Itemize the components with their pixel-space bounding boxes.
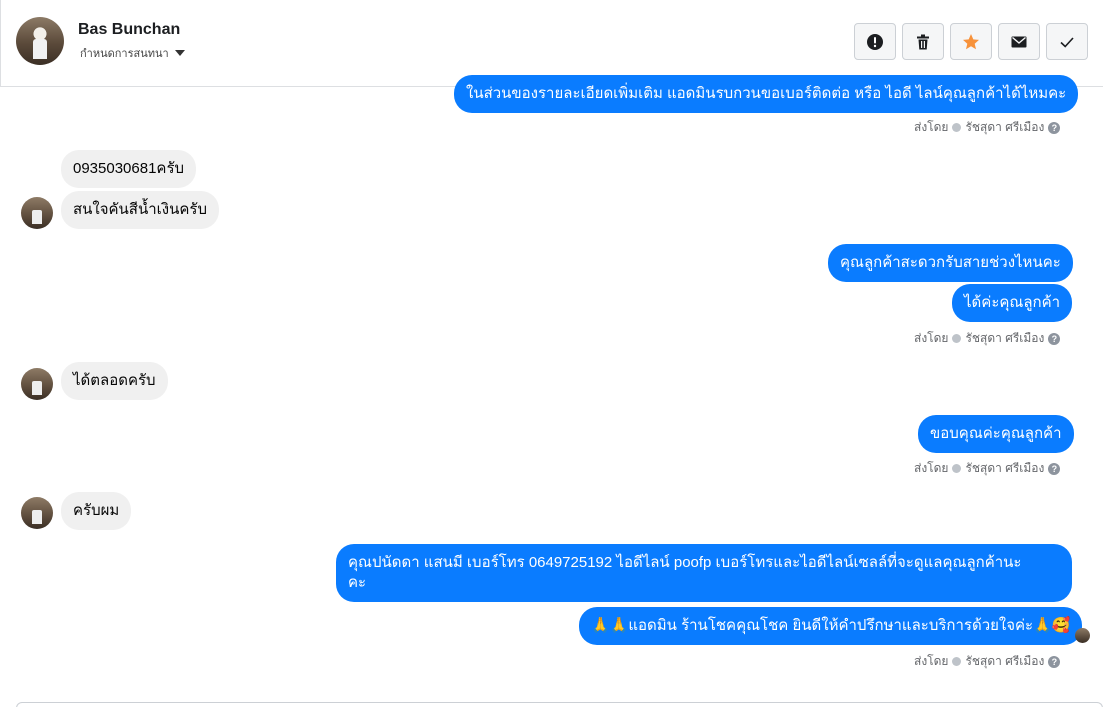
page-icon [952,123,962,132]
help-icon[interactable]: ? [1048,655,1061,668]
sent-by-info: ส่งโดย รัชสุดา ศรีเมือง ? [914,329,1061,348]
message-thread[interactable]: ในส่วนของรายละเอียดเพิ่มเติม แอดมินรบกวน… [0,75,1103,707]
sender-name[interactable]: รัชสุดา ศรีเมือง [965,459,1044,478]
contact-avatar-small [21,197,53,229]
sender-name[interactable]: รัชสุดา ศรีเมือง [965,329,1044,348]
outgoing-message[interactable]: คุณลูกค้าสะดวกรับสายช่วงไหนคะ [828,244,1073,282]
message-line: คุณปนัดดา แสนมี เบอร์โทร 0649725192 ไอดี… [348,554,1022,571]
header-actions [854,23,1088,60]
help-icon[interactable]: ? [1048,121,1061,134]
mark-unread-button[interactable] [998,23,1040,60]
message-line: คะ [348,574,367,591]
sent-by-info: ส่งโดย รัชสุดา ศรีเมือง ? [914,459,1061,478]
sent-by-info: ส่งโดย รัชสุดา ศรีเมือง ? [914,652,1061,671]
mark-spam-button[interactable] [854,23,896,60]
sender-name[interactable]: รัชสุดา ศรีเมือง [965,652,1044,671]
schedule-label: กำหนดการสนทนา [80,48,169,60]
contact-avatar-small [21,368,53,400]
outgoing-message[interactable]: ขอบคุณค่ะคุณลูกค้า [918,415,1074,453]
star-icon [963,33,979,49]
message-composer[interactable] [16,702,1103,707]
incoming-message[interactable]: 0935030681ครับ [61,150,197,188]
caret-down-icon [174,50,185,56]
page-icon [952,464,962,473]
alert-icon [867,33,883,50]
help-icon[interactable]: ? [1048,462,1061,475]
conversation-schedule-dropdown[interactable]: กำหนดการสนทนา [80,44,185,62]
outgoing-message[interactable]: 🙏🙏แอดมิน ร้านโชคคุณโชค ยินดีให้คำปรึกษาแ… [579,607,1083,645]
trash-icon [917,34,929,49]
page-icon [952,334,962,343]
contact-avatar-small [21,497,53,529]
star-button[interactable] [950,23,992,60]
sender-name[interactable]: รัชสุดา ศรีเมือง [965,118,1044,137]
sent-by-prefix: ส่งโดย [914,331,949,345]
contact-avatar[interactable] [16,17,64,65]
outgoing-message[interactable]: คุณปนัดดา แสนมี เบอร์โทร 0649725192 ไอดี… [336,544,1072,602]
incoming-message[interactable]: ได้ตลอดครับ [61,362,168,400]
sent-by-prefix: ส่งโดย [914,654,949,668]
mark-done-button[interactable] [1046,23,1088,60]
check-icon [1060,36,1074,48]
sent-by-prefix: ส่งโดย [914,120,949,134]
conversation-header: Bas Bunchan กำหนดการสนทนา [0,0,1103,87]
mail-icon [1011,36,1027,47]
help-icon[interactable]: ? [1048,332,1061,345]
outgoing-message[interactable]: ได้ค่ะคุณลูกค้า [952,284,1073,322]
incoming-message[interactable]: ครับผม [61,492,132,530]
sent-by-info: ส่งโดย รัชสุดา ศรีเมือง ? [914,118,1061,137]
incoming-message[interactable]: สนใจคันสีน้ำเงินครับ [61,191,219,229]
page-icon [952,657,962,666]
delete-button[interactable] [902,23,944,60]
seen-indicator-avatar [1075,628,1090,643]
contact-name[interactable]: Bas Bunchan [78,21,180,39]
outgoing-message[interactable]: ในส่วนของรายละเอียดเพิ่มเติม แอดมินรบกวน… [454,75,1079,113]
sent-by-prefix: ส่งโดย [914,461,949,475]
